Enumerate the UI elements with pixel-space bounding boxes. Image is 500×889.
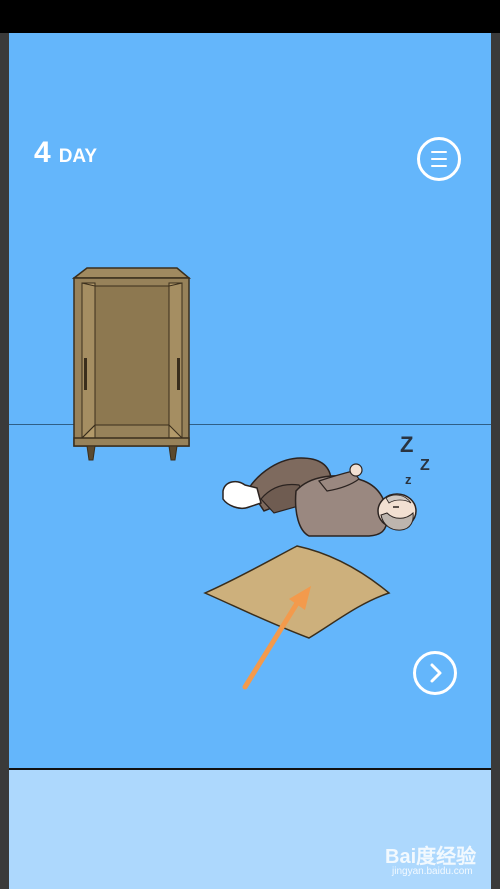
next-arrow-icon	[430, 663, 442, 683]
frame-left-bar	[0, 33, 9, 889]
snore-z-small: z	[405, 472, 412, 487]
watermark-logo: Bai度经验	[385, 846, 477, 868]
frame-right-bar	[491, 33, 500, 889]
menu-button[interactable]	[417, 137, 461, 181]
day-label: DAY	[58, 146, 98, 167]
snore-z-large: Z	[400, 432, 413, 457]
floor-rug[interactable]	[203, 545, 391, 639]
watermark-url: jingyan.baidu.com	[392, 866, 473, 877]
next-button[interactable]	[413, 651, 457, 695]
wardrobe-cabinet[interactable]	[71, 267, 192, 461]
menu-icon	[431, 151, 447, 167]
day-counter: 4 DAY	[34, 136, 97, 170]
snore-z-medium: Z	[420, 457, 430, 474]
game-scene: Z Z z 4 DAY	[9, 33, 491, 768]
sleeping-old-man[interactable]	[222, 457, 417, 537]
day-number: 4	[34, 136, 51, 169]
